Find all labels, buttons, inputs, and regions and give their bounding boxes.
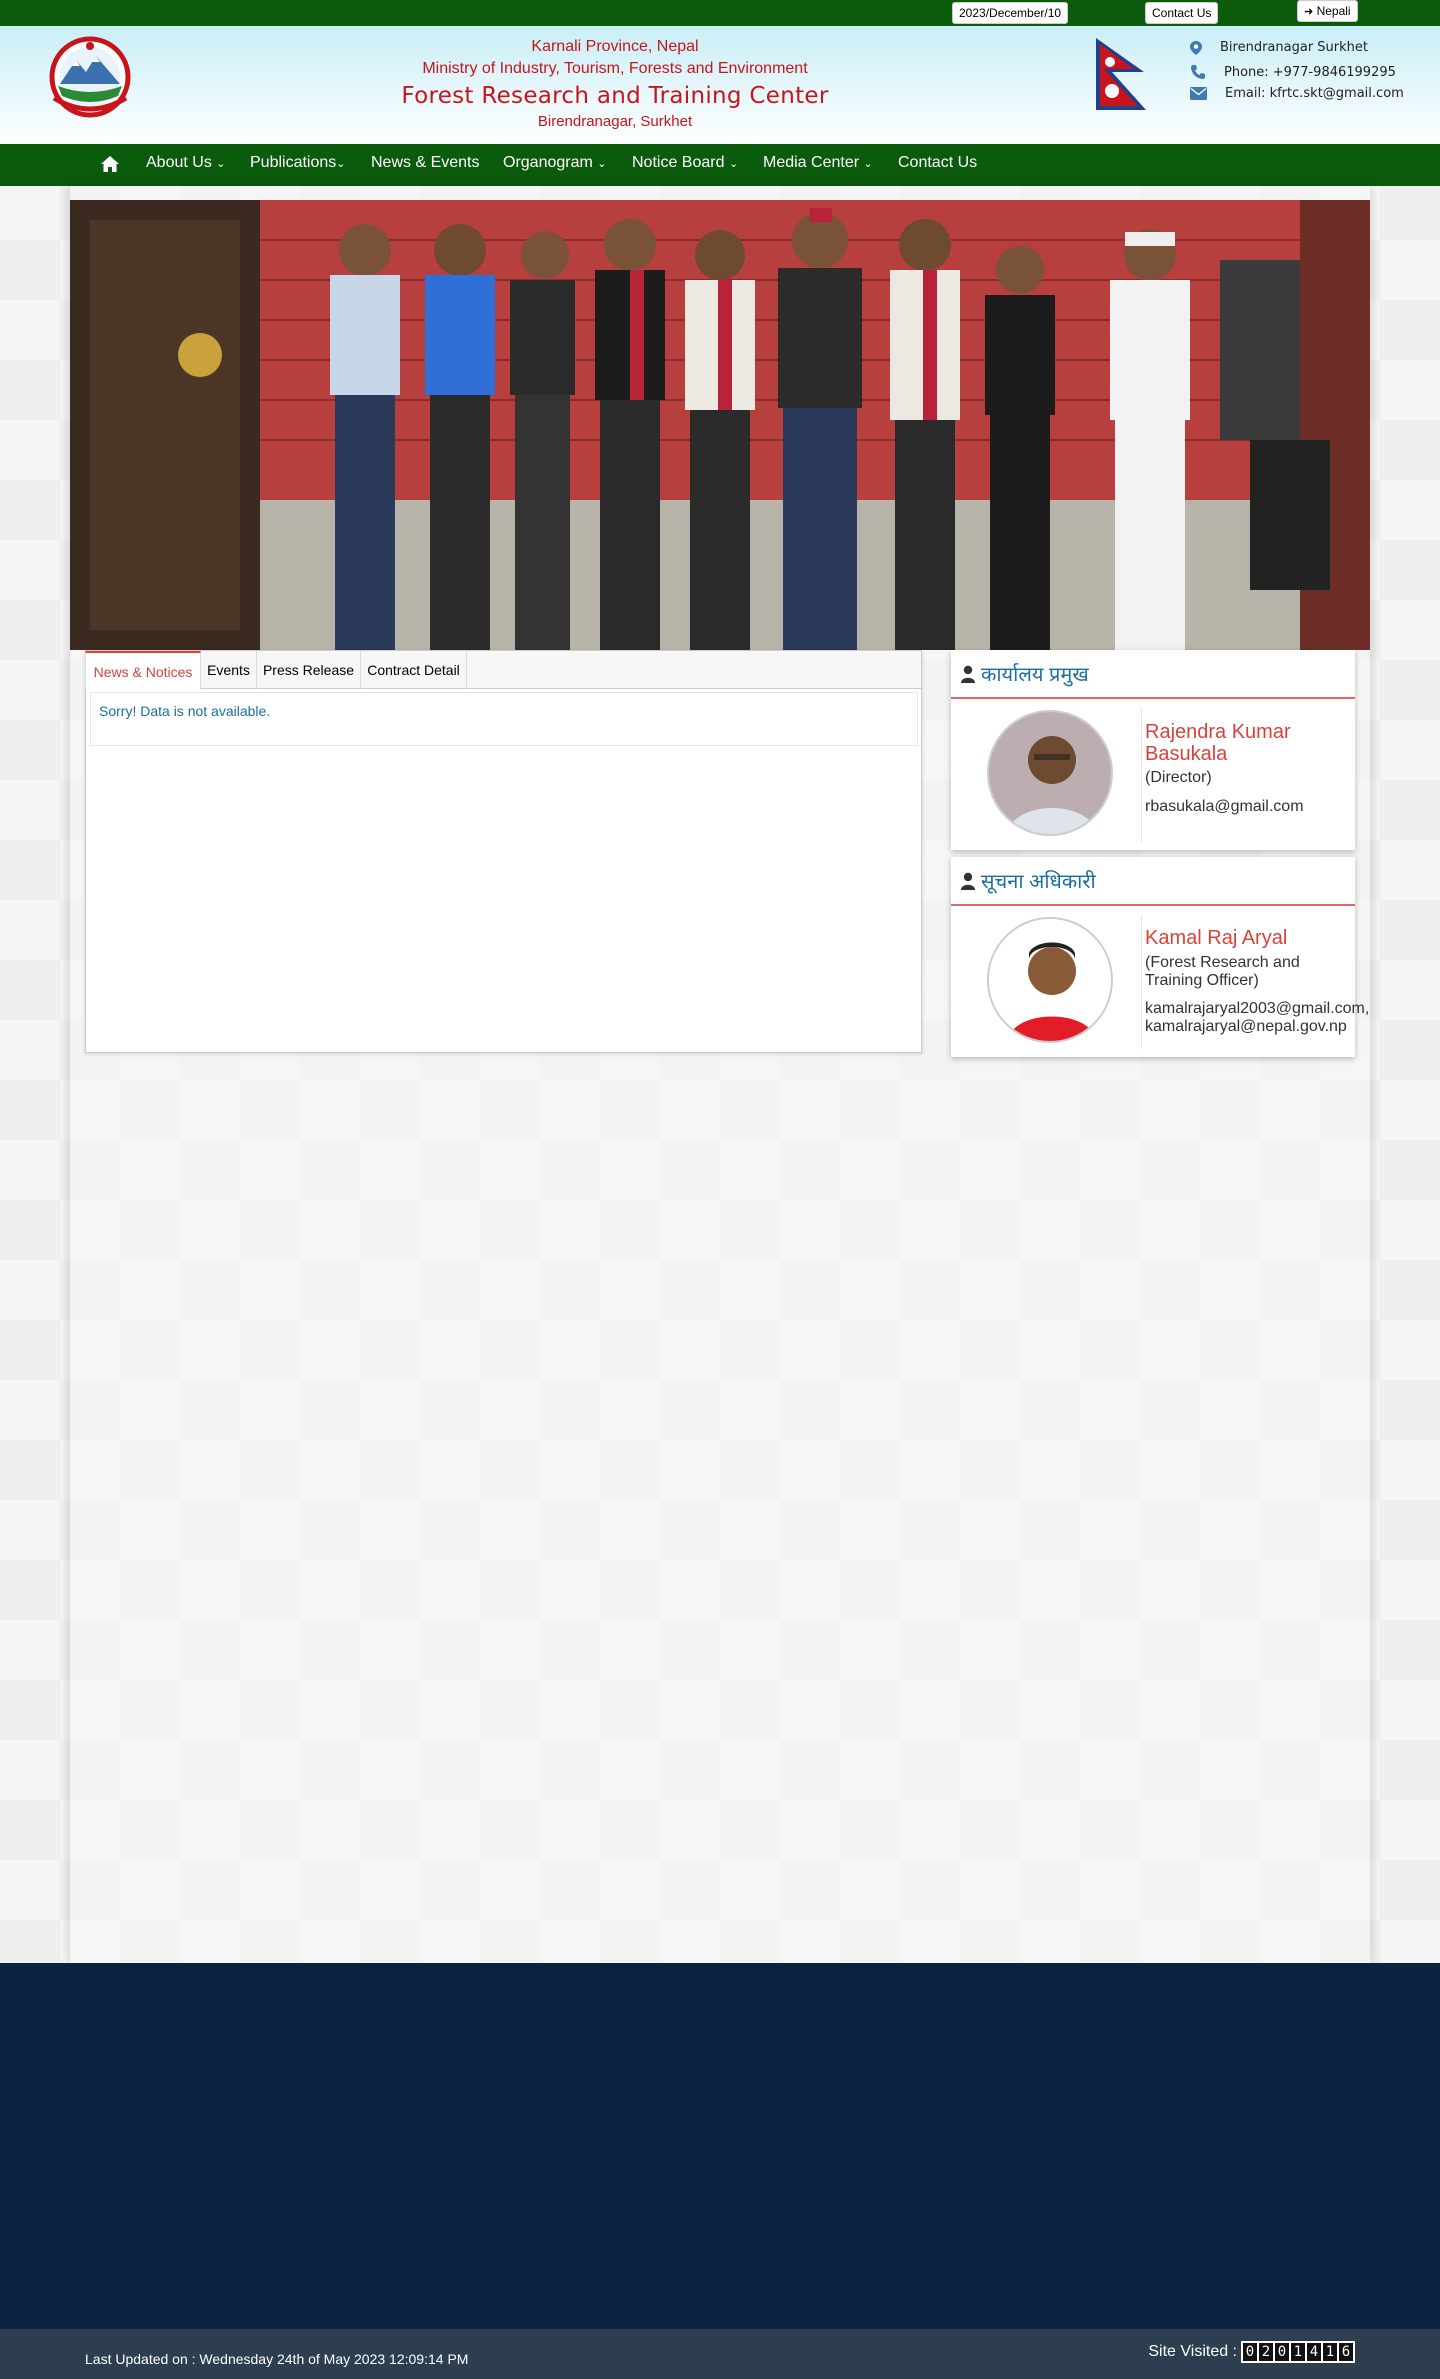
card-heading: कार्यालय प्रमुख <box>951 650 1355 699</box>
director-photo <box>989 712 1111 834</box>
site-title: Forest Research and Training Center <box>401 83 829 109</box>
phone-info: Phone: +977-9846199295 <box>1190 64 1396 80</box>
nav-label: Publications <box>250 154 337 171</box>
phone-text: Phone: +977-9846199295 <box>1224 64 1396 80</box>
official-position: (Director) <box>1145 769 1212 786</box>
counter-digit: 0 <box>1275 2343 1289 2361</box>
last-updated-text: Last Updated on : Wednesday 24th of May … <box>85 2351 469 2367</box>
empty-data-message: Sorry! Data is not available. <box>90 692 918 746</box>
home-icon[interactable] <box>101 156 119 172</box>
footer <box>0 1963 1440 2329</box>
counter-digit: 4 <box>1307 2343 1321 2361</box>
chevron-down-icon: ⌄ <box>597 158 607 170</box>
nav-item-notice-board[interactable]: Notice Board ⌄ <box>632 144 738 186</box>
date-display: 2023/December/10 <box>952 2 1069 24</box>
nav-label: Notice Board <box>632 154 725 171</box>
counter-digit: 1 <box>1323 2343 1337 2361</box>
tab-contract-detail[interactable]: Contract Detail <box>361 651 467 689</box>
email-info: Email: kfrtc.skt@gmail.com <box>1190 86 1404 101</box>
tab-events[interactable]: Events <box>201 651 257 689</box>
official-name: Rajendra Kumar Basukala <box>1145 721 1291 765</box>
nav-label: News & Events <box>371 154 480 171</box>
information-officer-card: सूचना अधिकारी Kamal Raj Aryal (Forest Re… <box>951 857 1369 1057</box>
address-text: Birendranagar Surkhet <box>1220 40 1368 55</box>
nepal-flag-icon <box>1096 38 1146 110</box>
top-bar: 2023/December/10 Contact Us ➜ Nepali <box>0 0 1440 26</box>
nav-label: Contact Us <box>898 154 978 171</box>
counter-digit: 2 <box>1259 2343 1273 2361</box>
chevron-down-icon: ⌄ <box>728 158 739 170</box>
card-heading-text: कार्यालय प्रमुख <box>981 664 1089 686</box>
counter-digit: 0 <box>1243 2343 1257 2361</box>
sign-in-icon: ➜ <box>1304 6 1314 18</box>
location-text: Birendranagar, Surkhet <box>537 113 693 130</box>
official-position: (Forest Research and Training Officer) <box>1145 954 1300 989</box>
counter-digit: 6 <box>1339 2343 1353 2361</box>
chevron-down-icon: ⌄ <box>216 158 226 170</box>
nav-label: Media Center <box>763 154 860 171</box>
banner-slider-image[interactable] <box>70 200 1370 650</box>
news-tabs-panel: News & Notices Events Press Release Cont… <box>85 650 922 1053</box>
office-head-card: कार्यालय प्रमुख Rajendra Kumar Basukala … <box>951 650 1355 850</box>
nav-item-contact-us[interactable]: Contact Us <box>898 144 977 186</box>
official-name: Kamal Raj Aryal <box>1145 927 1288 949</box>
map-marker-icon <box>1190 40 1202 55</box>
language-toggle-button[interactable]: ➜ Nepali <box>1297 0 1358 22</box>
tab-bar: News & Notices Events Press Release Cont… <box>85 651 921 690</box>
bottom-bar: Last Updated on : Wednesday 24th of May … <box>0 2329 1440 2379</box>
nav-item-news-events[interactable]: News & Events <box>371 144 479 186</box>
user-icon <box>961 665 975 683</box>
phone-icon <box>1191 65 1205 79</box>
group-photo <box>70 200 1370 650</box>
address-info: Birendranagar Surkhet <box>1190 40 1368 55</box>
official-email[interactable]: kamalrajaryal2003@gmail.com, kamalrajary… <box>1145 1000 1395 1036</box>
divider <box>1141 915 1142 1049</box>
tab-press-release[interactable]: Press Release <box>257 651 361 689</box>
nav-item-organogram[interactable]: Organogram ⌄ <box>503 144 607 186</box>
user-icon <box>961 872 975 890</box>
nav-label: Organogram <box>503 154 593 171</box>
card-heading-text: सूचना अधिकारी <box>981 871 1096 893</box>
visit-count-digits: 0201416 <box>1241 2341 1355 2363</box>
counter-digit: 1 <box>1291 2343 1305 2361</box>
card-heading: सूचना अधिकारी <box>951 857 1355 906</box>
visit-counter: Site Visited : 0201416 <box>1148 2341 1355 2363</box>
nav-label: About Us <box>146 154 212 171</box>
top-contact-button[interactable]: Contact Us <box>1145 2 1219 24</box>
language-label: Nepali <box>1316 4 1351 18</box>
nav-item-about-us[interactable]: About Us ⌄ <box>146 144 225 186</box>
chevron-down-icon: ⌄ <box>336 158 346 170</box>
official-email[interactable]: rbasukala@gmail.com <box>1145 798 1304 816</box>
ministry-text: Ministry of Industry, Tourism, Forests a… <box>422 60 808 77</box>
site-header: Karnali Province, Nepal Ministry of Indu… <box>0 26 1440 144</box>
envelope-icon <box>1190 87 1207 100</box>
nav-item-media-center[interactable]: Media Center ⌄ <box>763 144 873 186</box>
officer-photo <box>989 919 1111 1041</box>
tab-news-notices[interactable]: News & Notices <box>85 651 201 690</box>
nav-item-publications[interactable]: Publications⌄ <box>250 144 346 186</box>
main-navigation: About Us ⌄ Publications⌄ News & Events O… <box>0 144 1440 186</box>
avatar <box>987 917 1113 1043</box>
email-text: Email: kfrtc.skt@gmail.com <box>1225 86 1404 101</box>
divider <box>1141 708 1142 842</box>
province-text: Karnali Province, Nepal <box>531 38 699 55</box>
avatar <box>987 710 1113 836</box>
chevron-down-icon: ⌄ <box>863 158 873 170</box>
site-visited-label: Site Visited : <box>1148 2343 1237 2360</box>
